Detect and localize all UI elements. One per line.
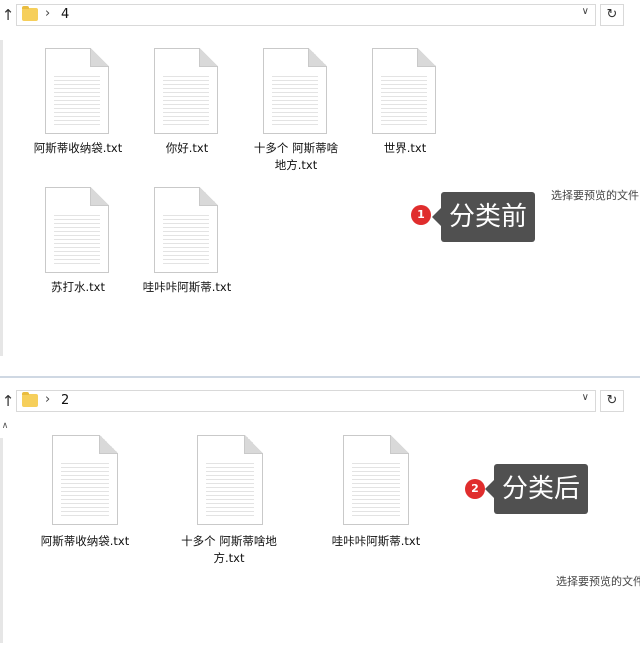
preview-hint: 选择要预览的文件 [556, 575, 640, 588]
file-name: 十多个 阿斯蒂啥 地方.txt [253, 141, 339, 172]
breadcrumb-separator-icon: › [45, 392, 51, 407]
text-file-icon [263, 48, 327, 134]
breadcrumb-folder[interactable]: 2 [61, 393, 69, 408]
scroll-up-icon[interactable]: ∧ [0, 421, 10, 431]
address-bar-row: ↑ › 2 ∨ ↻ [0, 388, 640, 414]
chevron-down-icon[interactable]: ∨ [582, 6, 589, 17]
text-file-icon [52, 435, 118, 525]
text-file-icon [372, 48, 436, 134]
breadcrumb-folder[interactable]: 4 [61, 7, 69, 22]
text-file-icon [343, 435, 409, 525]
file-name: 阿斯蒂收纳袋.txt [40, 534, 130, 548]
file-item[interactable]: 哇咔咔阿斯蒂.txt [328, 435, 424, 548]
callout-label: 分类前 [431, 192, 536, 242]
refresh-button[interactable]: ↻ [600, 4, 624, 26]
preview-hint: 选择要预览的文件 [551, 189, 639, 202]
file-item[interactable]: 十多个 阿斯蒂啥 地方.txt [248, 48, 344, 174]
explorer-after: ↑ › 2 ∨ ↻ ∧ 阿斯蒂收纳袋.txt 十多个 阿斯蒂啥地 方.txt 哇… [0, 378, 640, 653]
scrollbar[interactable] [0, 40, 3, 356]
file-item[interactable]: 苏打水.txt [30, 187, 126, 297]
file-item[interactable]: 阿斯蒂收纳袋.txt [30, 48, 126, 158]
scrollbar[interactable] [0, 438, 3, 643]
text-file-icon [45, 187, 109, 273]
folder-icon [22, 6, 38, 21]
text-file-icon [154, 187, 218, 273]
file-name: 十多个 阿斯蒂啥地 方.txt [181, 534, 277, 565]
file-name: 哇咔咔阿斯蒂.txt [142, 280, 232, 294]
chevron-down-icon[interactable]: ∨ [582, 392, 589, 403]
address-bar[interactable]: › 2 ∨ [16, 390, 596, 412]
file-item[interactable]: 世界.txt [357, 48, 453, 158]
file-name: 世界.txt [383, 141, 427, 155]
text-file-icon [197, 435, 263, 525]
callout-label: 分类后 [484, 464, 589, 514]
file-name: 阿斯蒂收纳袋.txt [33, 141, 123, 155]
file-name: 苏打水.txt [51, 280, 105, 294]
explorer-before: ↑ › 4 ∨ ↻ 阿斯蒂收纳袋.txt 你好.txt 十多个 阿斯蒂啥 地方.… [0, 0, 640, 376]
file-name: 你好.txt [165, 141, 209, 155]
step-badge: 2 [465, 479, 485, 499]
file-item[interactable]: 哇咔咔阿斯蒂.txt [139, 187, 235, 297]
folder-icon [22, 392, 38, 407]
file-item[interactable]: 十多个 阿斯蒂啥地 方.txt [181, 435, 278, 565]
step-badge: 1 [411, 205, 431, 225]
up-arrow-icon[interactable]: ↑ [0, 389, 16, 413]
text-file-icon [154, 48, 218, 134]
file-item[interactable]: 阿斯蒂收纳袋.txt [37, 435, 133, 548]
file-name: 哇咔咔阿斯蒂.txt [331, 534, 421, 548]
file-item[interactable]: 你好.txt [139, 48, 235, 158]
refresh-button[interactable]: ↻ [600, 390, 624, 412]
address-bar[interactable]: › 4 ∨ [16, 4, 596, 26]
up-arrow-icon[interactable]: ↑ [0, 3, 16, 27]
text-file-icon [45, 48, 109, 134]
breadcrumb-separator-icon: › [45, 6, 51, 21]
address-bar-row: ↑ › 4 ∨ ↻ [0, 2, 640, 28]
